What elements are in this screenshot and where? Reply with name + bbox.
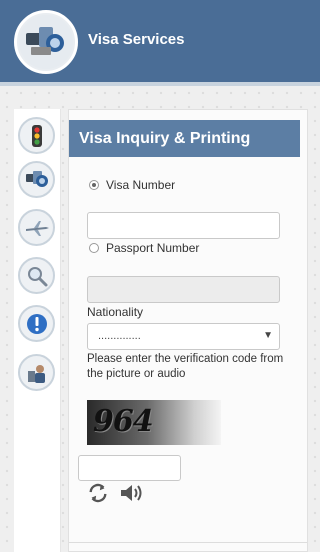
- airplane-icon: [25, 220, 49, 236]
- nationality-selected-value: ..............: [98, 330, 141, 342]
- info-exclamation-icon: [26, 313, 47, 334]
- sidebar-item-passports[interactable]: [18, 161, 55, 198]
- app-title: Visa Services: [88, 31, 185, 48]
- visa-number-label: Visa Number: [106, 178, 176, 192]
- panel-title: Visa Inquiry & Printing: [69, 120, 300, 157]
- nationality-select[interactable]: .............. ▼: [87, 323, 280, 350]
- visa-inquiry-panel: Visa Inquiry & Printing Visa Number Pass…: [68, 109, 308, 552]
- passport-number-radio[interactable]: [89, 243, 99, 253]
- sidebar-item-person[interactable]: [18, 354, 55, 391]
- passport-number-field[interactable]: [87, 276, 280, 303]
- person-icon: [27, 364, 45, 383]
- sidebar-item-search[interactable]: [18, 257, 55, 294]
- chevron-down-icon: ▼: [263, 330, 273, 341]
- sidebar-item-traffic-light[interactable]: [18, 117, 55, 154]
- captcha-image: 964: [87, 400, 221, 445]
- nationality-label: Nationality: [87, 305, 144, 319]
- divider: [69, 542, 307, 543]
- speaker-audio-icon[interactable]: [119, 482, 143, 504]
- passport-number-label: Passport Number: [106, 241, 200, 255]
- visa-number-radio[interactable]: [89, 180, 99, 190]
- traffic-light-icon: [31, 124, 42, 147]
- captcha-input[interactable]: [78, 455, 181, 481]
- magnifier-icon: [27, 266, 47, 286]
- app-header: Visa Services: [0, 0, 320, 86]
- sidebar-item-info[interactable]: [18, 305, 55, 342]
- sidebar: [14, 109, 61, 552]
- visa-services-logo-icon: [14, 10, 78, 74]
- sidebar-item-airplane[interactable]: [18, 209, 55, 246]
- verification-hint: Please enter the verification code from …: [87, 353, 284, 380]
- captcha-code-text: 964: [93, 404, 154, 439]
- passports-icon: [25, 170, 48, 187]
- refresh-icon[interactable]: [87, 482, 109, 504]
- visa-number-field[interactable]: [87, 212, 280, 239]
